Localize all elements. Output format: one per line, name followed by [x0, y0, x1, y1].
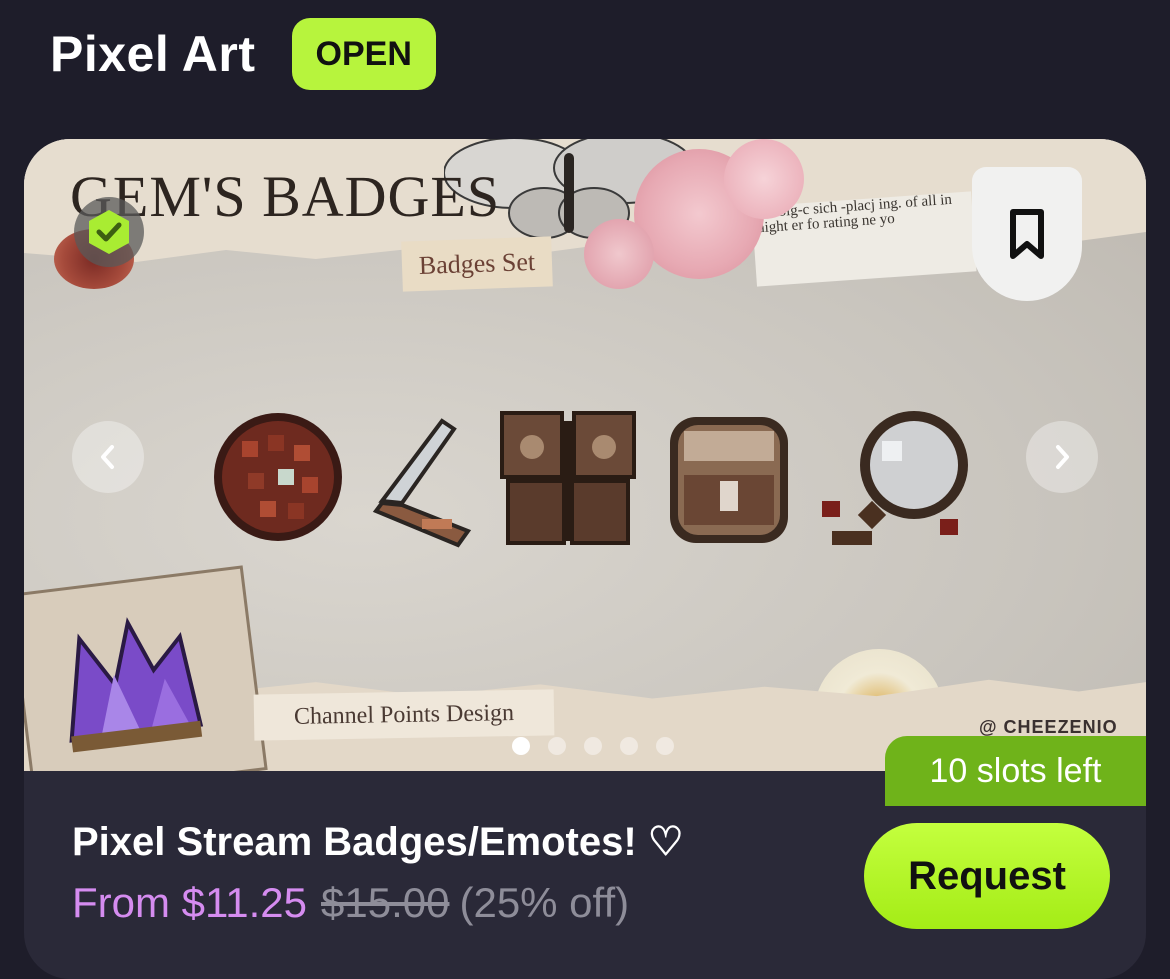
- price-original: $15.00: [321, 879, 450, 926]
- section-header: Pixel Art OPEN: [50, 18, 436, 90]
- rose-decoration: [584, 219, 654, 289]
- carousel-dot[interactable]: [584, 737, 602, 755]
- pixel-mirror-icon: [822, 411, 968, 545]
- carousel-next-button[interactable]: [1026, 421, 1098, 493]
- bookmark-icon: [1010, 209, 1044, 259]
- pixel-badges-row: [214, 411, 968, 548]
- pixel-moth-icon: [500, 411, 636, 545]
- carousel-prev-button[interactable]: [72, 421, 144, 493]
- carousel-dots: [512, 737, 674, 755]
- bookmark-button[interactable]: [972, 167, 1082, 301]
- carousel-dot[interactable]: [620, 737, 638, 755]
- pixel-jar-icon: [670, 417, 788, 543]
- frame-card-decoration: [24, 565, 268, 771]
- price-current: From $11.25: [72, 879, 307, 926]
- pixel-pomegranate-icon: [214, 413, 342, 541]
- amethyst-crystal-icon: [69, 617, 204, 753]
- carousel-dot[interactable]: [512, 737, 530, 755]
- section-title: Pixel Art: [50, 26, 256, 82]
- status-badge: OPEN: [291, 18, 436, 90]
- image-footer-text: Channel Points Design: [253, 689, 555, 741]
- price-row: From $11.25 $15.00 (25% off): [72, 879, 629, 927]
- slots-left-badge: 10 slots left: [885, 736, 1146, 806]
- chevron-right-icon: [1056, 445, 1069, 469]
- price-discount: (25% off): [459, 879, 630, 926]
- chevron-left-icon: [101, 445, 114, 469]
- request-button[interactable]: Request: [864, 823, 1110, 929]
- image-subtitle-text: Badges Set: [401, 236, 553, 292]
- verified-check-icon: [74, 197, 144, 267]
- listing-card[interactable]: ne f big-c sich -placj ing. of all in ra…: [24, 139, 1146, 979]
- listing-image-carousel[interactable]: ne f big-c sich -placj ing. of all in ra…: [24, 139, 1146, 771]
- product-title[interactable]: Pixel Stream Badges/Emotes! ♡: [72, 819, 684, 865]
- carousel-dot[interactable]: [656, 737, 674, 755]
- pixel-knife-icon: [372, 418, 472, 548]
- artist-credit: @ CHEEZENIO: [979, 717, 1118, 737]
- verified-hexagon: [89, 210, 129, 254]
- rose-decoration: [724, 139, 804, 219]
- carousel-dot[interactable]: [548, 737, 566, 755]
